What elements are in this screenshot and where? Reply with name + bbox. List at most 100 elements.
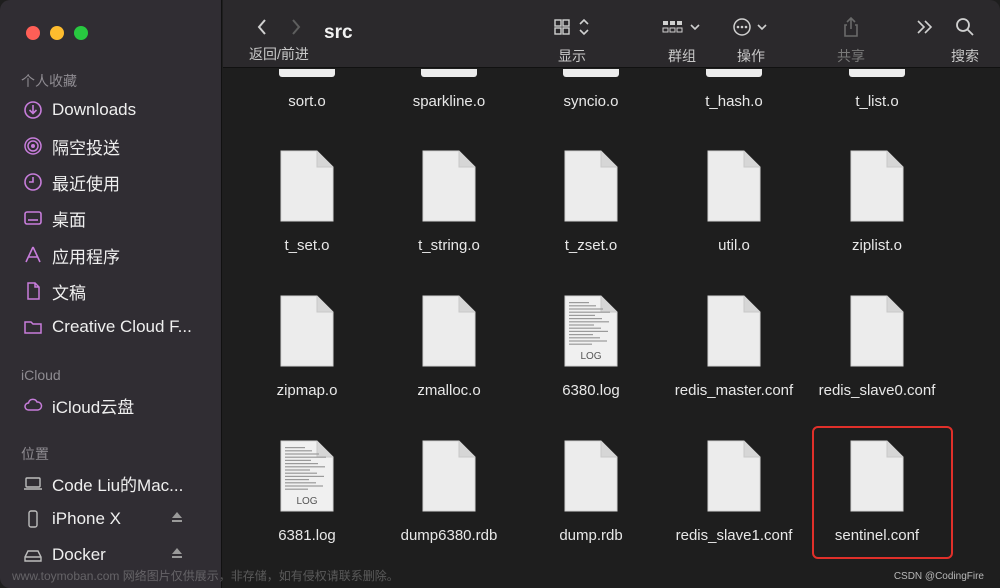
file-item[interactable]: util.o — [663, 149, 805, 254]
file-item[interactable]: t_set.o — [236, 149, 378, 254]
file-item[interactable]: LOG 6380.log — [520, 294, 662, 399]
file-item[interactable]: redis_slave0.conf — [806, 294, 948, 399]
desktop-icon — [22, 207, 44, 229]
back-forward-label: 返回/前进 — [249, 46, 309, 62]
file-name: sort.o — [288, 93, 326, 110]
zoom-window-button[interactable] — [74, 26, 88, 40]
file-icon[interactable] — [421, 69, 477, 77]
file-item[interactable]: t_list.o — [806, 93, 948, 110]
file-item[interactable]: ziplist.o — [806, 149, 948, 254]
document-file-icon — [849, 294, 905, 368]
log-tag: LOG — [296, 496, 318, 507]
file-name: zmalloc.o — [417, 382, 481, 399]
toolbar: 返回/前进 src 显示 群组 操作 共享 搜索 — [223, 0, 1000, 68]
document-file-icon — [421, 294, 477, 368]
close-window-button[interactable] — [26, 26, 40, 40]
file-item[interactable]: sort.o — [236, 93, 378, 110]
document-icon — [22, 280, 44, 302]
file-grid: sort.o sparkline.o syncio.o t_hash.o t_l… — [223, 69, 1000, 588]
folder-title: src — [324, 22, 353, 43]
sidebar-item-label: 桌面 — [52, 210, 86, 230]
file-item[interactable]: redis_master.conf — [663, 294, 805, 399]
file-name: dump.rdb — [559, 527, 623, 544]
sidebar-item-desktop[interactable]: 桌面 — [22, 203, 212, 233]
selection-highlight — [812, 426, 953, 559]
file-item[interactable]: t_zset.o — [520, 149, 662, 254]
grid-view-icon — [554, 18, 589, 36]
folder-icon — [22, 316, 44, 338]
file-name: dump6380.rdb — [400, 527, 498, 544]
sidebar-item-label: iPhone X — [52, 509, 121, 528]
file-name: t_string.o — [418, 237, 480, 254]
file-icon[interactable] — [279, 69, 335, 77]
more-icon — [733, 18, 767, 36]
file-item[interactable]: dump.rdb — [520, 439, 662, 544]
file-icon[interactable] — [563, 69, 619, 77]
sidebar-item-iphone[interactable]: iPhone X — [22, 504, 212, 534]
icloud-section-title: iCloud — [21, 367, 61, 383]
download-icon — [22, 99, 44, 121]
document-file-icon — [849, 149, 905, 223]
file-name: redis_slave0.conf — [818, 382, 936, 399]
file-name: 6380.log — [562, 382, 620, 399]
document-file-icon — [563, 149, 619, 223]
search-label: 搜索 — [951, 48, 979, 64]
sidebar-item-documents[interactable]: 文稿 — [22, 276, 212, 306]
share-button[interactable]: 共享 — [833, 14, 869, 66]
search-button[interactable]: 搜索 — [947, 14, 983, 66]
file-name: t_zset.o — [564, 237, 618, 254]
document-file-icon — [279, 294, 335, 368]
file-name: util.o — [718, 237, 750, 254]
document-file-icon — [421, 149, 477, 223]
sidebar: 个人收藏 Downloads 隔空投送 最近使用 桌面 应用程序 文稿 Crea… — [0, 0, 222, 588]
action-label: 操作 — [737, 48, 765, 64]
search-icon — [956, 18, 974, 36]
file-icon[interactable] — [706, 69, 762, 77]
file-name: t_set.o — [284, 237, 330, 254]
file-item[interactable]: LOG 6381.log — [236, 439, 378, 544]
file-name: t_hash.o — [705, 93, 763, 110]
drive-icon — [22, 544, 44, 566]
sidebar-item-mac[interactable]: Code Liu的Mac... — [22, 468, 212, 498]
file-item[interactable]: sparkline.o — [378, 93, 520, 110]
file-item[interactable]: redis_slave1.conf — [663, 439, 805, 544]
log-file-icon: LOG — [279, 439, 335, 513]
file-name: redis_slave1.conf — [675, 527, 793, 544]
file-item[interactable]: syncio.o — [520, 93, 662, 110]
airdrop-icon — [22, 135, 44, 157]
file-icon[interactable] — [849, 69, 905, 77]
sidebar-item-downloads[interactable]: Downloads — [22, 95, 212, 125]
sidebar-item-label: 最近使用 — [52, 174, 120, 194]
minimize-window-button[interactable] — [50, 26, 64, 40]
watermark: www.toymoban.com 网络图片仅供展示，非存储，如有侵权请联系删除。 — [12, 569, 399, 583]
group-icon — [662, 21, 700, 33]
file-item[interactable]: dump6380.rdb — [378, 439, 520, 544]
more-toolbar-button[interactable] — [913, 14, 937, 40]
file-item[interactable]: zipmap.o — [236, 294, 378, 399]
sidebar-item-creative-cloud[interactable]: Creative Cloud F... — [22, 312, 212, 342]
sidebar-item-label: 隔空投送 — [52, 138, 120, 158]
file-name: ziplist.o — [851, 237, 903, 254]
file-name: 6381.log — [278, 527, 336, 544]
view-button[interactable]: 显示 — [550, 14, 594, 66]
eject-icon[interactable] — [170, 546, 184, 560]
chevron-right-icon[interactable] — [290, 18, 302, 36]
sidebar-item-docker[interactable]: Docker — [22, 540, 212, 570]
favorites-section-title: 个人收藏 — [21, 73, 77, 89]
back-forward-control: 返回/前进 — [243, 14, 315, 64]
eject-icon[interactable] — [170, 510, 184, 524]
file-item[interactable]: t_string.o — [378, 149, 520, 254]
action-button[interactable]: 操作 — [730, 14, 772, 66]
file-item[interactable]: t_hash.o — [663, 93, 805, 110]
file-name: zipmap.o — [276, 382, 338, 399]
sidebar-item-icloud-drive[interactable]: iCloud云盘 — [22, 390, 212, 420]
share-label: 共享 — [837, 48, 865, 64]
view-label: 显示 — [558, 48, 586, 64]
sidebar-item-recents[interactable]: 最近使用 — [22, 167, 212, 197]
chevron-left-icon[interactable] — [256, 18, 268, 36]
group-button[interactable]: 群组 — [659, 14, 705, 66]
file-item[interactable]: zmalloc.o — [378, 294, 520, 399]
sidebar-item-applications[interactable]: 应用程序 — [22, 240, 212, 270]
sidebar-item-airdrop[interactable]: 隔空投送 — [22, 131, 212, 161]
laptop-icon — [22, 472, 44, 494]
